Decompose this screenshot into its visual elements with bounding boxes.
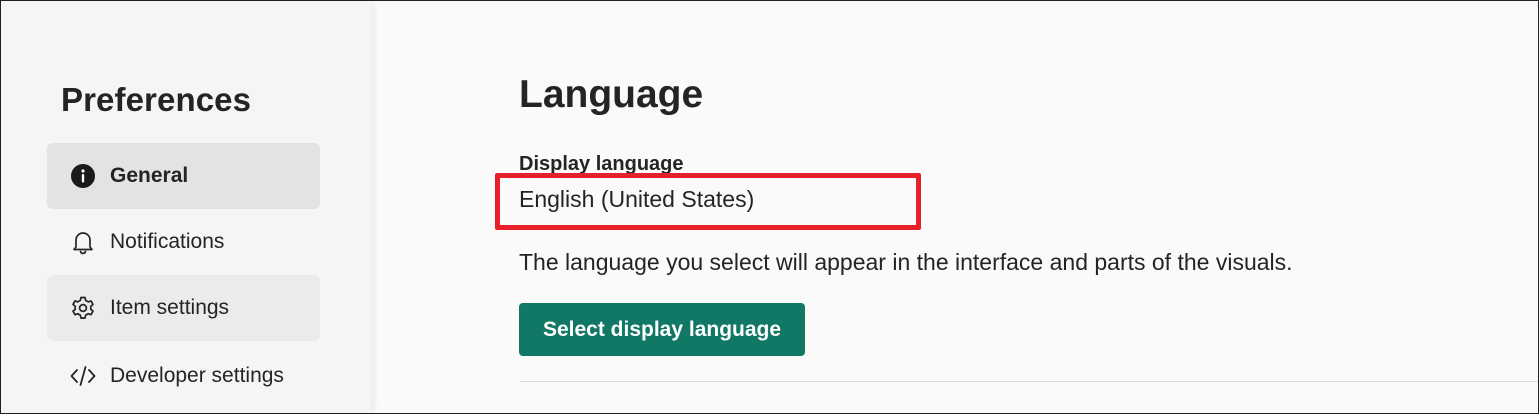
select-display-language-button[interactable]: Select display language (519, 303, 805, 356)
section-title: Language (519, 73, 704, 116)
section-divider (519, 381, 1538, 382)
sidebar-item-item-settings[interactable]: Item settings (47, 275, 320, 341)
bell-icon (69, 228, 97, 256)
main-content: Language Display language English (Unite… (373, 1, 1538, 413)
sidebar-item-general[interactable]: General (47, 143, 320, 209)
sidebar-item-developer-settings[interactable]: Developer settings (47, 343, 320, 409)
preferences-window: Preferences General Notifications Item s… (0, 0, 1539, 414)
gear-icon (69, 294, 97, 322)
sidebar-title: Preferences (61, 81, 252, 118)
highlight-annotation-box (495, 173, 921, 230)
sidebar: Preferences General Notifications Item s… (1, 1, 371, 413)
language-description: The language you select will appear in t… (519, 249, 1293, 275)
code-icon (69, 362, 97, 390)
sidebar-item-label: Notifications (110, 230, 225, 253)
sidebar-item-label: General (110, 164, 189, 187)
sidebar-item-label: Item settings (110, 296, 230, 319)
sidebar-item-notifications[interactable]: Notifications (47, 209, 320, 275)
sidebar-item-label: Developer settings (110, 364, 284, 387)
info-icon (69, 162, 97, 190)
